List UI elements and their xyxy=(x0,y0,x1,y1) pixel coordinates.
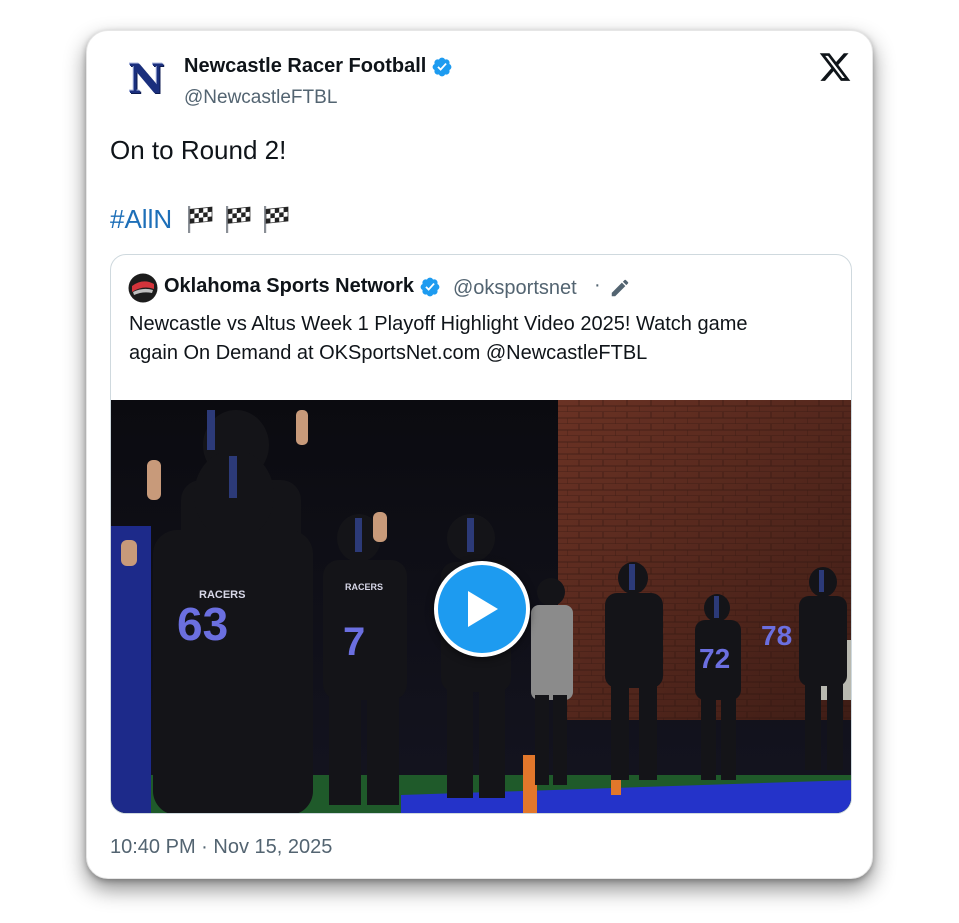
quoted-text-line: again On Demand at OKSportsNet.com @Newc… xyxy=(129,342,648,364)
embedded-tweet-card: N Newcastle Racer Football @NewcastleFTB… xyxy=(86,30,873,879)
jersey-text: RACERS xyxy=(199,589,245,601)
quoted-name-row[interactable]: Oklahoma Sports Network xyxy=(164,275,441,298)
play-icon xyxy=(468,591,498,627)
hashtag-link[interactable]: #AllN xyxy=(110,204,172,235)
jersey-number: 7 xyxy=(343,620,365,664)
edit-pencil-icon xyxy=(611,279,629,297)
tweet-text: On to Round 2! xyxy=(110,135,287,165)
author-display-name[interactable]: Newcastle Racer Football xyxy=(184,55,426,78)
jersey-number: 72 xyxy=(699,643,730,674)
tweet-hashtag-row: #AllN xyxy=(110,203,292,235)
chequered-flag-emojis xyxy=(184,203,292,235)
author-handle[interactable]: @NewcastleFTBL xyxy=(184,87,337,109)
jersey-number: 63 xyxy=(177,598,228,650)
chequered-flag-icon xyxy=(188,206,213,233)
author-name-row[interactable]: Newcastle Racer Football xyxy=(184,55,453,78)
quoted-tweet-text: Newcastle vs Altus Week 1 Playoff Highli… xyxy=(129,310,829,368)
quoted-author-avatar[interactable] xyxy=(128,273,158,303)
chequered-flag-icon xyxy=(264,206,289,233)
play-button[interactable] xyxy=(434,561,530,657)
separator-dot: · xyxy=(594,274,601,296)
verified-badge-icon xyxy=(432,57,452,76)
verified-badge-icon xyxy=(420,277,440,296)
x-logo-icon[interactable] xyxy=(818,50,852,84)
avatar-logo-letter: N xyxy=(128,56,165,103)
quoted-tweet[interactable]: Oklahoma Sports Network @oksportsnet · N… xyxy=(110,254,852,814)
jersey-text: RACERS xyxy=(345,582,383,592)
author-avatar[interactable]: N xyxy=(123,57,169,103)
chequered-flag-icon xyxy=(226,206,251,233)
quoted-text-line: Newcastle vs Altus Week 1 Playoff Highli… xyxy=(129,313,748,335)
quoted-display-name[interactable]: Oklahoma Sports Network xyxy=(164,275,414,298)
quoted-handle[interactable]: @oksportsnet xyxy=(453,277,577,300)
jersey-number: 78 xyxy=(761,620,792,651)
tweet-timestamp[interactable]: 10:40 PM · Nov 15, 2025 xyxy=(110,836,332,859)
video-thumbnail[interactable]: 63 7 72 78 RACERS RACERS xyxy=(111,400,851,813)
